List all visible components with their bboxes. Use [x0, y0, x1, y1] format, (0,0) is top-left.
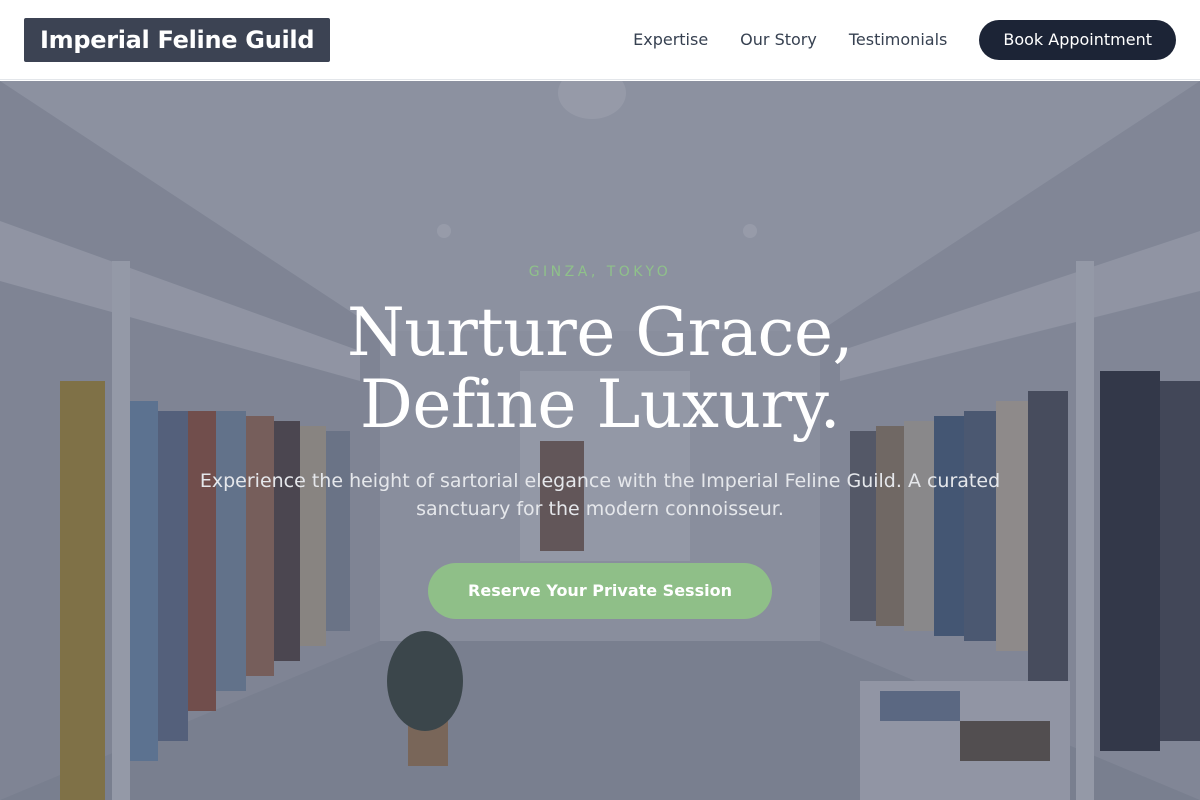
nav-link-expertise[interactable]: Expertise — [633, 30, 708, 49]
book-appointment-button[interactable]: Book Appointment — [979, 19, 1176, 60]
hero-headline-line-1: Nurture Grace, — [346, 294, 854, 371]
hero-headline: Nurture Grace, Define Luxury. — [0, 297, 1200, 441]
site-header: Imperial Feline Guild Expertise Our Stor… — [0, 0, 1200, 80]
nav-link-testimonials[interactable]: Testimonials — [849, 30, 948, 49]
brand-logo[interactable]: Imperial Feline Guild — [24, 17, 331, 62]
hero-headline-line-2: Define Luxury. — [359, 366, 841, 443]
hero-content: GINZA, TOKYO Nurture Grace, Define Luxur… — [0, 81, 1200, 800]
main-nav: Expertise Our Story Testimonials Book Ap… — [633, 19, 1176, 60]
hero-section: GINZA, TOKYO Nurture Grace, Define Luxur… — [0, 81, 1200, 800]
hero-subtitle: Experience the height of sartorial elega… — [199, 470, 1001, 520]
reserve-session-button[interactable]: Reserve Your Private Session — [428, 563, 772, 619]
hero-location-label: GINZA, TOKYO — [528, 264, 672, 280]
nav-link-our-story[interactable]: Our Story — [740, 30, 817, 49]
